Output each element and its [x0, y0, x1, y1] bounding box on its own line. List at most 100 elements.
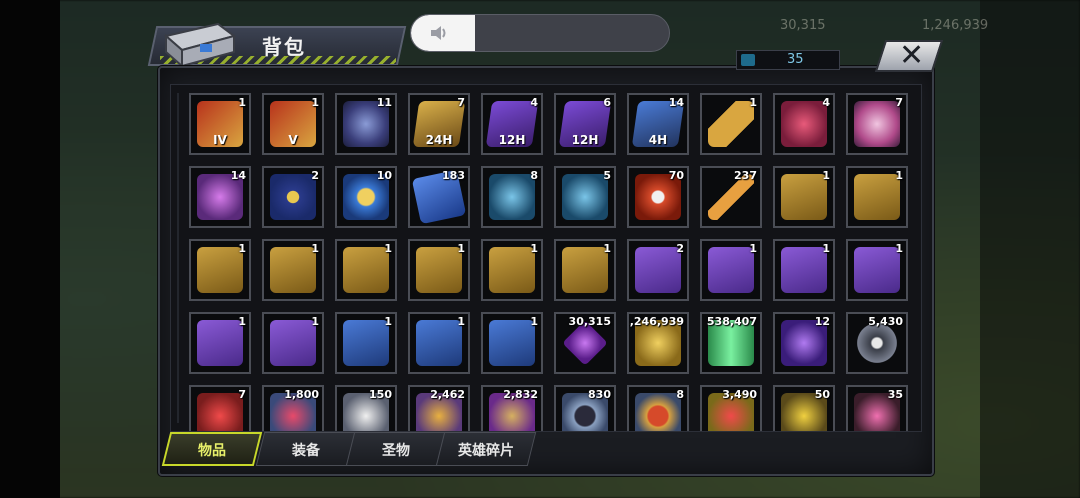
- item-sublabel: IV: [213, 133, 227, 147]
- item-quantity: 7: [895, 96, 903, 109]
- inventory-slot[interactable]: 1: [262, 312, 324, 374]
- inventory-slot[interactable]: 11: [335, 93, 397, 155]
- inventory-slot[interactable]: 237: [700, 166, 762, 228]
- inventory-slot[interactable]: 1: [408, 239, 470, 301]
- inventory-slot[interactable]: 70: [627, 166, 689, 228]
- item-sublabel: 12H: [498, 133, 526, 147]
- inventory-slot[interactable]: 1V: [262, 93, 324, 155]
- inventory-slot[interactable]: 1 IV: [189, 93, 251, 155]
- inventory-slot[interactable]: 1: [481, 312, 543, 374]
- inventory-slot[interactable]: 1: [846, 239, 908, 301]
- inventory-slot[interactable]: 35: [846, 385, 908, 431]
- item-quantity: 7: [457, 96, 465, 109]
- inventory-slot[interactable]: 1: [481, 239, 543, 301]
- pcard-item-icon: [781, 247, 827, 293]
- film-item-icon: [854, 101, 900, 147]
- inventory-slot[interactable]: 14: [189, 166, 251, 228]
- item-quantity: 2: [311, 169, 319, 182]
- tab-hero-shards-label[interactable]: 英雄碎片: [440, 440, 532, 460]
- grid-scrollbar[interactable]: [177, 93, 179, 423]
- inventory-slot[interactable]: 8: [481, 166, 543, 228]
- gcard-item-icon: [416, 247, 462, 293]
- inventory-slot[interactable]: 1: [189, 312, 251, 374]
- item-quantity: 8: [676, 388, 684, 401]
- item-quantity: 6: [603, 96, 611, 109]
- inventory-slot[interactable]: 1: [189, 239, 251, 301]
- inventory-slot[interactable]: 50: [773, 385, 835, 431]
- tab-relics-label[interactable]: 圣物: [350, 440, 442, 460]
- gcard-item-icon: [781, 174, 827, 220]
- volume-slider[interactable]: [410, 14, 670, 52]
- item-quantity: 2,832: [503, 388, 538, 401]
- backpack-chest-icon: [160, 14, 240, 70]
- inventory-slot[interactable]: 5,430: [846, 312, 908, 374]
- pcard-item-icon: [635, 247, 681, 293]
- inventory-slot[interactable]: 183: [408, 166, 470, 228]
- inventory-slot[interactable]: 7: [846, 93, 908, 155]
- inventory-slot[interactable]: 8: [627, 385, 689, 431]
- inventory-grid-area[interactable]: 1 IV 1 V 11 7 24H 4 12H 6 12H 14 4H 1 4 7 14 2 10 183 8 5 70 23…: [170, 84, 922, 432]
- inventory-slot[interactable]: 1: [846, 166, 908, 228]
- inventory-slot[interactable]: 2: [627, 239, 689, 301]
- inventory-slot[interactable]: 4: [773, 93, 835, 155]
- inventory-slot[interactable]: 1: [554, 239, 616, 301]
- item-quantity: 7: [238, 388, 246, 401]
- item-quantity: 1: [822, 242, 830, 255]
- inventory-panel: 1 IV 1 V 11 7 24H 4 12H 6 12H 14 4H 1 4 7 14 2 10 183 8 5 70 23…: [158, 66, 934, 476]
- item-quantity: 10: [376, 169, 392, 182]
- gcard-item-icon: [562, 247, 608, 293]
- bag-icon: [741, 54, 755, 66]
- inventory-slot[interactable]: 10: [335, 166, 397, 228]
- inventory-slot[interactable]: 6 12H: [554, 93, 616, 155]
- inventory-slot[interactable]: 2: [262, 166, 324, 228]
- inventory-slot[interactable]: 1: [335, 239, 397, 301]
- item-quantity: 237: [734, 169, 757, 182]
- inventory-slot[interactable]: 1: [408, 312, 470, 374]
- inventory-slot[interactable]: 1: [262, 239, 324, 301]
- item-sublabel: 24H: [425, 133, 453, 147]
- inventory-slot[interactable]: 30,315: [554, 312, 616, 374]
- cap-item-icon: [781, 101, 827, 147]
- tab-equipment-label[interactable]: 装备: [260, 440, 352, 460]
- item-quantity: 1: [238, 315, 246, 328]
- inventory-slot[interactable]: 1: [700, 239, 762, 301]
- inventory-slot[interactable]: 14 4H: [627, 93, 689, 155]
- inventory-slot[interactable]: 5: [554, 166, 616, 228]
- item-quantity: 1: [457, 242, 465, 255]
- inventory-slot[interactable]: 7 24H: [408, 93, 470, 155]
- item-quantity: 1: [457, 315, 465, 328]
- inventory-slot[interactable]: 1: [773, 239, 835, 301]
- ring2-item-icon: [635, 393, 681, 431]
- inventory-slot[interactable]: 4 12H: [481, 93, 543, 155]
- inventory-slot[interactable]: 3,490: [700, 385, 762, 431]
- item-quantity: 2: [676, 242, 684, 255]
- item-quantity: 1: [384, 315, 392, 328]
- item-quantity: 1: [822, 169, 830, 182]
- item-quantity: 1: [895, 169, 903, 182]
- tab-items-label[interactable]: 物品: [166, 440, 258, 460]
- item-quantity: 14: [230, 169, 246, 182]
- inventory-slot[interactable]: 150: [335, 385, 397, 431]
- background-resource-left: 30,315: [780, 18, 826, 33]
- item-quantity: 1: [384, 242, 392, 255]
- inventory-slot[interactable]: 1,246,939: [627, 312, 689, 374]
- item-quantity: 1: [530, 315, 538, 328]
- inventory-slot[interactable]: 1: [700, 93, 762, 155]
- gcard-item-icon: [854, 174, 900, 220]
- inventory-slot[interactable]: 538,407: [700, 312, 762, 374]
- gcard-item-icon: [270, 247, 316, 293]
- inventory-slot[interactable]: 7: [189, 385, 251, 431]
- inventory-slot[interactable]: 2,462: [408, 385, 470, 431]
- inventory-slot[interactable]: 12: [773, 312, 835, 374]
- item-quantity: 1: [749, 242, 757, 255]
- pcard-item-icon: [197, 320, 243, 366]
- inventory-slot[interactable]: 1: [773, 166, 835, 228]
- inventory-slot[interactable]: 2,832: [481, 385, 543, 431]
- inventory-slot[interactable]: 1: [335, 312, 397, 374]
- item-quantity: 30,315: [568, 315, 611, 328]
- close-icon[interactable]: ✕: [899, 38, 924, 73]
- pcard-item-icon: [708, 247, 754, 293]
- inventory-slot[interactable]: 830: [554, 385, 616, 431]
- chip-item-icon: [270, 174, 316, 220]
- inventory-slot[interactable]: 1,800: [262, 385, 324, 431]
